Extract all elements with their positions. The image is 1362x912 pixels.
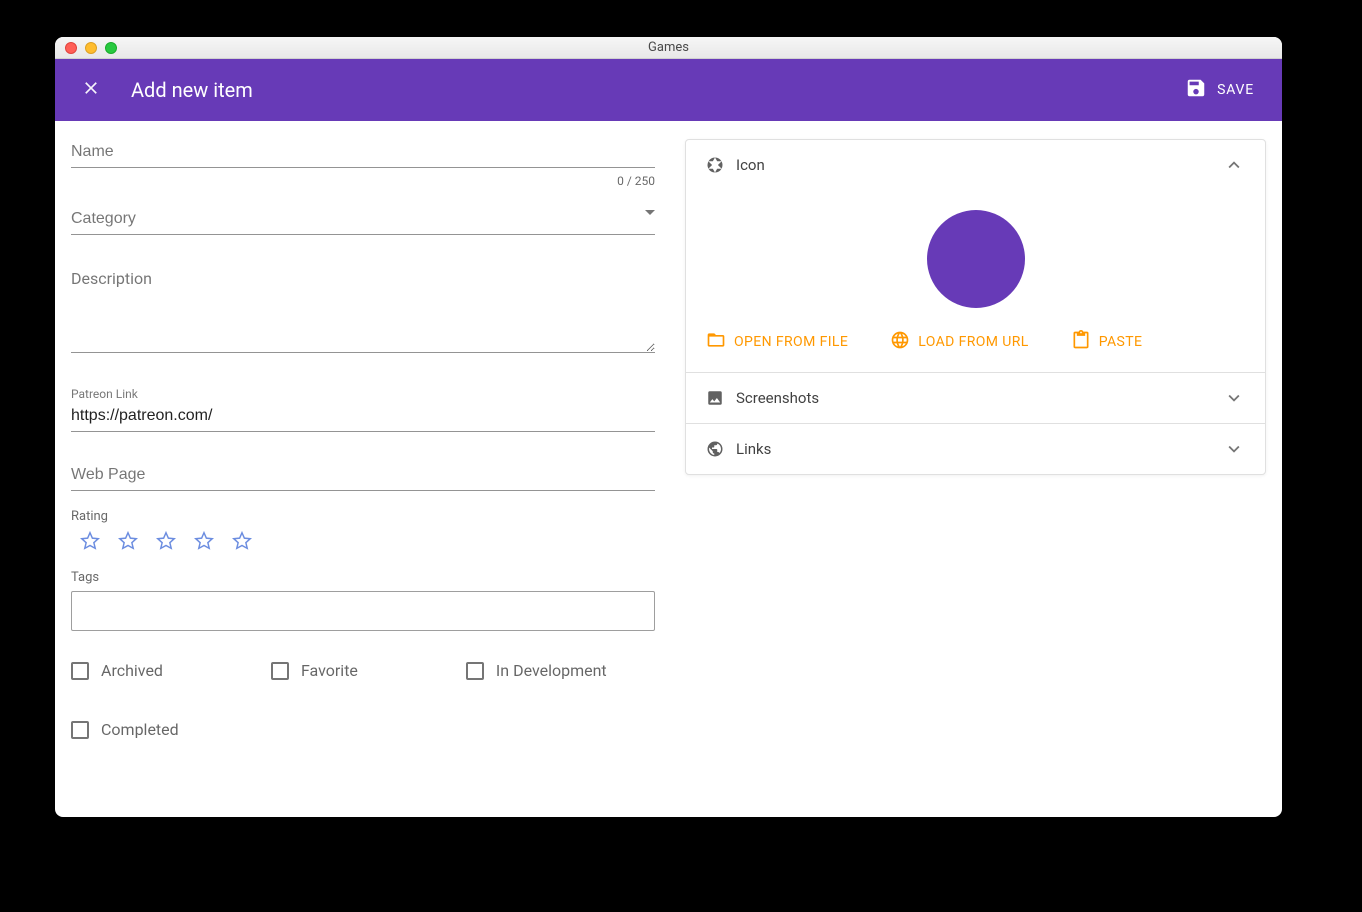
in-development-label: In Development [496, 661, 607, 680]
icon-panel-title: Icon [736, 156, 1223, 174]
save-button[interactable]: SAVE [1177, 71, 1262, 109]
camera-icon [706, 156, 724, 174]
paste-label: PASTE [1099, 334, 1143, 350]
checkbox-icon [71, 721, 89, 739]
window-title: Games [55, 40, 1282, 55]
name-input[interactable] [71, 139, 655, 168]
paste-icon [1071, 330, 1091, 354]
checkbox-icon [271, 662, 289, 680]
app-toolbar: Add new item SAVE [55, 59, 1282, 121]
tags-field: Tags [71, 570, 655, 631]
window-controls [65, 42, 117, 54]
rating-field: Rating [71, 509, 655, 552]
rating-label: Rating [71, 509, 655, 524]
chevron-down-icon [1223, 438, 1245, 460]
folder-icon [706, 330, 726, 354]
icon-actions: OPEN FROM FILE LOAD FROM URL PASTE [706, 326, 1245, 354]
star-3[interactable] [155, 530, 177, 552]
screenshots-panel: Screenshots [686, 373, 1265, 424]
chevron-down-icon [1223, 387, 1245, 409]
favorite-checkbox[interactable]: Favorite [271, 661, 358, 680]
in-development-checkbox[interactable]: In Development [466, 661, 607, 680]
favorite-label: Favorite [301, 661, 358, 680]
name-field: 0 / 250 [71, 139, 655, 188]
icon-panel-body: OPEN FROM FILE LOAD FROM URL PASTE [686, 190, 1265, 372]
archived-checkbox[interactable]: Archived [71, 661, 163, 680]
completed-checkbox[interactable]: Completed [71, 720, 179, 739]
category-select[interactable] [71, 206, 655, 235]
star-1[interactable] [79, 530, 101, 552]
icon-preview[interactable] [927, 210, 1025, 308]
description-input[interactable] [71, 265, 655, 353]
checkbox-row-2: Completed [71, 720, 655, 739]
open-from-file-button[interactable]: OPEN FROM FILE [706, 330, 848, 354]
dialog-title: Add new item [131, 78, 253, 102]
links-panel-title: Links [736, 440, 1223, 458]
load-from-url-label: LOAD FROM URL [918, 334, 1029, 350]
form-column: 0 / 250 Patreon Link Rating [71, 139, 655, 799]
webpage-input[interactable] [71, 462, 655, 491]
patreon-label: Patreon Link [71, 387, 655, 401]
app-window: Games Add new item SAVE 0 / 250 [55, 37, 1282, 817]
image-icon [706, 389, 724, 407]
icon-panel-header[interactable]: Icon [686, 140, 1265, 190]
close-dialog-button[interactable] [79, 78, 103, 102]
archived-label: Archived [101, 661, 163, 680]
links-panel: Links [686, 424, 1265, 474]
completed-label: Completed [101, 720, 179, 739]
description-field [71, 265, 655, 357]
side-column: Icon OPEN FROM FILE [685, 139, 1266, 799]
checkbox-icon [466, 662, 484, 680]
load-from-url-button[interactable]: LOAD FROM URL [890, 330, 1029, 354]
patreon-field: Patreon Link [71, 387, 655, 432]
tags-input[interactable] [71, 591, 655, 631]
link-globe-icon [706, 440, 724, 458]
checkbox-row-1: Archived Favorite In Development [71, 661, 655, 680]
close-window-button[interactable] [65, 42, 77, 54]
open-from-file-label: OPEN FROM FILE [734, 334, 848, 350]
paste-button[interactable]: PASTE [1071, 330, 1143, 354]
category-field [71, 206, 655, 235]
screenshots-panel-title: Screenshots [736, 389, 1223, 407]
links-panel-header[interactable]: Links [686, 424, 1265, 474]
icon-preview-wrap [706, 198, 1245, 326]
chevron-up-icon [1223, 154, 1245, 176]
zoom-window-button[interactable] [105, 42, 117, 54]
star-2[interactable] [117, 530, 139, 552]
rating-stars [71, 530, 655, 552]
checkbox-icon [71, 662, 89, 680]
star-5[interactable] [231, 530, 253, 552]
screenshots-panel-header[interactable]: Screenshots [686, 373, 1265, 423]
patreon-input[interactable] [71, 403, 655, 432]
content-area: 0 / 250 Patreon Link Rating [55, 121, 1282, 817]
tags-label: Tags [71, 570, 655, 585]
close-icon [81, 78, 101, 102]
name-counter: 0 / 250 [71, 174, 655, 188]
webpage-field [71, 462, 655, 491]
minimize-window-button[interactable] [85, 42, 97, 54]
titlebar: Games [55, 37, 1282, 59]
star-4[interactable] [193, 530, 215, 552]
globe-icon [890, 330, 910, 354]
icon-panel: Icon OPEN FROM FILE [686, 140, 1265, 373]
save-button-label: SAVE [1217, 82, 1254, 98]
side-card: Icon OPEN FROM FILE [685, 139, 1266, 475]
save-icon [1185, 77, 1207, 103]
